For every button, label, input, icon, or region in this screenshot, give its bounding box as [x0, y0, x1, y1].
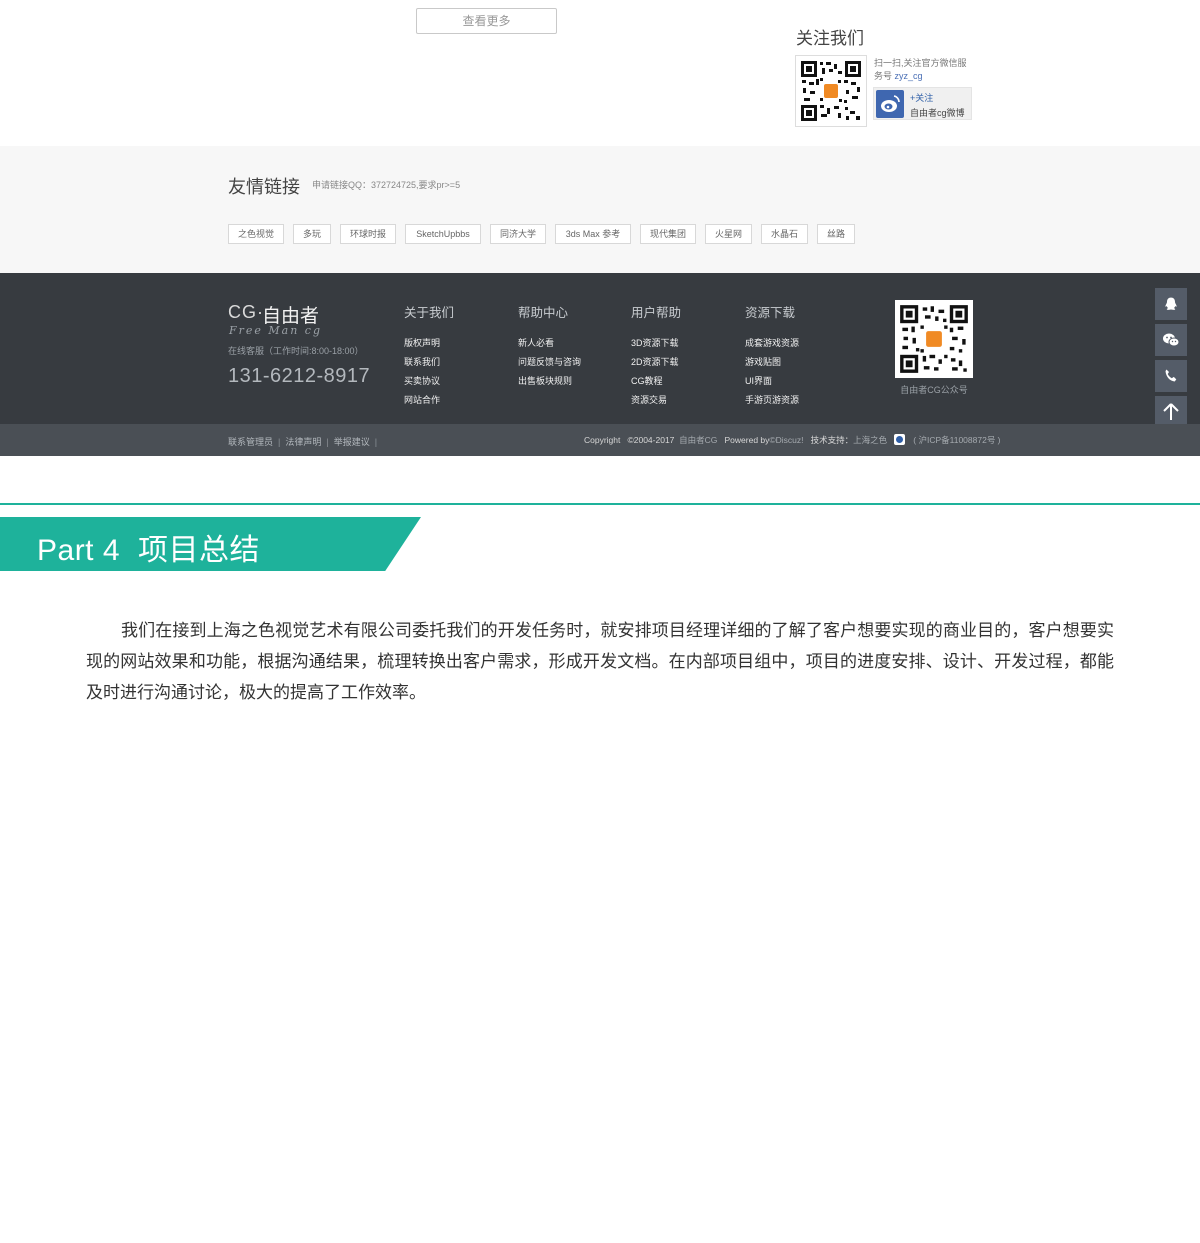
friend-link[interactable]: SketchUpbbs [405, 224, 481, 244]
footer-link[interactable]: 3D资源下载 [631, 334, 681, 353]
floating-side-buttons [1155, 288, 1187, 432]
friend-link[interactable]: 火星网 [705, 224, 752, 244]
wechat-icon [1163, 333, 1180, 347]
footer-link[interactable]: 2D资源下载 [631, 353, 681, 372]
icp-record[interactable]: ( 沪ICP备11008872号 ) [913, 435, 1000, 445]
qq-button[interactable] [1155, 288, 1187, 320]
phone-button[interactable] [1155, 360, 1187, 392]
footer-qr-code [895, 300, 973, 378]
site-footer: CG· 自由者 Free Man cg 在线客服（工作时间:8:00-18:00… [0, 273, 1200, 424]
copyright-label: Copyright [584, 435, 621, 445]
friend-link[interactable]: 同济大学 [490, 224, 546, 244]
footer-link[interactable]: 手游页游资源 [745, 391, 799, 410]
service-phone: 131-6212-8917 [228, 365, 371, 387]
weibo-follow-label[interactable]: +关注 [910, 91, 933, 104]
copyright-years: ©2004-2017 [627, 435, 675, 445]
section-divider-line [0, 503, 1200, 505]
copyright-info: Copyright ©2004-2017 自由者CG Powered by©Di… [584, 434, 1001, 446]
footer-link[interactable]: 资源交易 [631, 391, 681, 410]
footer-link[interactable]: UI界面 [745, 372, 799, 391]
weibo-name: 自由者cg微博 [910, 108, 965, 118]
report-link[interactable]: 举报建议 [334, 437, 370, 447]
tech-support-label: 技术支持： [810, 435, 854, 445]
wechat-button[interactable] [1155, 324, 1187, 356]
footer-bottom-bar: 联系管理员 | 法律声明 | 举报建议 | Copyright ©2004-2017 自由… [0, 424, 1200, 456]
follow-description: 扫一扫,关注官方微信服务号 zyz_cg [874, 57, 974, 83]
section-banner: Part 4 项目总结 [0, 517, 421, 571]
top-section: 查看更多 关注我们 扫一扫,关注官方微信服务号 zyz_cg +关注 自由者cg… [0, 0, 1200, 146]
footer-link[interactable]: 版权声明 [404, 334, 454, 353]
wechat-account[interactable]: zyz_cg [895, 71, 923, 81]
legal-notice-link[interactable]: 法律声明 [285, 437, 321, 447]
footer-link[interactable]: CG教程 [631, 372, 681, 391]
footer-column-title: 帮助中心 [518, 306, 569, 320]
footer-bottom-links: 联系管理员 | 法律声明 | 举报建议 | [228, 437, 378, 447]
qr-code-icon [899, 304, 969, 374]
follow-us-title: 关注我们 [796, 29, 864, 48]
friend-link[interactable]: 水晶石 [761, 224, 808, 244]
powered-by-discuz[interactable]: ©Discuz! [769, 435, 803, 445]
footer-column-help: 帮助中心 新人必看 问题反馈与咨询 出售板块规则 [518, 302, 581, 391]
contact-admin-link[interactable]: 联系管理员 [228, 437, 273, 447]
phone-icon [1165, 369, 1177, 382]
qr-code-icon [800, 60, 862, 122]
footer-column-title: 关于我们 [404, 306, 455, 320]
section-title: 项目总结 [138, 534, 261, 567]
powered-by-label: Powered by [724, 435, 770, 445]
baidu-paw-icon[interactable] [893, 434, 905, 445]
footer-column-title: 用户帮助 [631, 306, 682, 320]
weibo-follow-box[interactable]: +关注 自由者cg微博 [873, 87, 972, 120]
friend-link[interactable]: 环球时报 [340, 224, 396, 244]
footer-column-downloads: 资源下载 成套游戏资源 游戏贴图 UI界面 手游页游资源 [745, 302, 799, 410]
section-heading: Part 4 项目总结 [37, 525, 260, 569]
footer-link[interactable]: 问题反馈与咨询 [518, 353, 581, 372]
friend-link[interactable]: 丝路 [817, 224, 855, 244]
view-more-button[interactable]: 查看更多 [416, 8, 557, 34]
friend-link[interactable]: 现代集团 [640, 224, 696, 244]
back-to-top-icon [1163, 403, 1179, 420]
friend-link[interactable]: 3ds Max 参考 [555, 224, 631, 244]
wechat-qr-code [795, 55, 867, 127]
brand-logo-cg: CG· [228, 302, 264, 322]
footer-link[interactable]: 成套游戏资源 [745, 334, 799, 353]
footer-link[interactable]: 联系我们 [404, 353, 454, 372]
footer-link[interactable]: 买卖协议 [404, 372, 454, 391]
tech-support-link[interactable]: 上海之色 [853, 435, 887, 445]
footer-column-about: 关于我们 版权声明 联系我们 买卖协议 网站合作 [404, 302, 454, 410]
weibo-icon [876, 90, 904, 118]
footer-link[interactable]: 新人必看 [518, 334, 581, 353]
friend-link[interactable]: 之色视觉 [228, 224, 284, 244]
friend-links-title: 友情链接 [228, 177, 300, 197]
footer-column-title: 资源下载 [745, 306, 796, 320]
friend-links-note: 申请链接QQ：372724725,要求pr>=5 [312, 180, 461, 190]
friend-links-section: 友情链接 申请链接QQ：372724725,要求pr>=5 之色视觉 多玩 环球… [0, 146, 1200, 273]
footer-link[interactable]: 网站合作 [404, 391, 454, 410]
copyright-site[interactable]: 自由者CG [679, 435, 717, 445]
footer-link[interactable]: 出售板块规则 [518, 372, 581, 391]
footer-column-user-help: 用户帮助 3D资源下载 2D资源下载 CG教程 资源交易 [631, 302, 681, 410]
section-part-number: Part 4 [37, 534, 121, 567]
footer-link[interactable]: 游戏贴图 [745, 353, 799, 372]
friend-link[interactable]: 多玩 [293, 224, 331, 244]
footer-qr-label: 自由者CG公众号 [900, 385, 968, 395]
service-hours: 在线客服（工作时间:8:00-18:00） [228, 346, 364, 356]
qq-icon [1165, 297, 1177, 310]
project-summary-paragraph: 我们在接到上海之色视觉艺术有限公司委托我们的开发任务时，就安排项目经理详细的了解… [86, 621, 1114, 702]
brand-slogan: Free Man cg [229, 324, 323, 337]
